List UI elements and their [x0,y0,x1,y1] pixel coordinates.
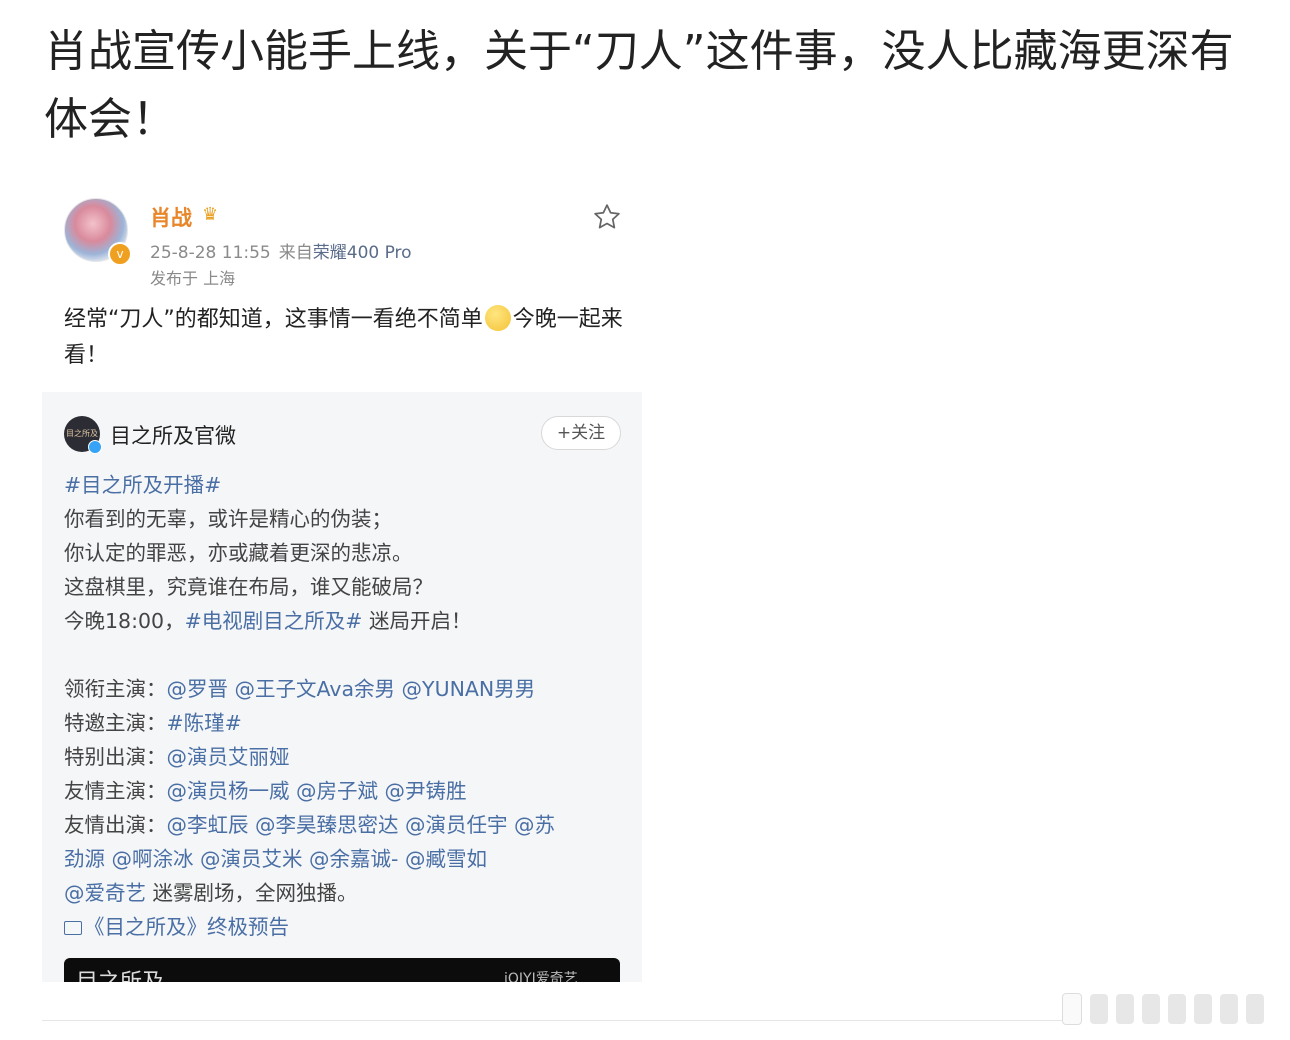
hashtag-link[interactable]: #目之所及开播# [64,473,221,497]
lead-mentions[interactable]: @罗晋 @王子文Ava余男 @YUNAN男男 [167,677,536,701]
post-text: 经常“刀人”的都知道，这事情一看绝不简单 今晚一起来看！ [64,302,624,374]
repost-line: 这盘棋里，究竟谁在布局，谁又能破局？ [64,575,433,599]
post-location: 发布于 上海 [150,269,236,288]
article-headline: 肖战宣传小能手上线，关于“刀人”这件事，没人比藏海更深有体会！ [44,26,1234,145]
repost-line: 你认定的罪恶，亦或藏着更深的悲凉。 [64,541,413,565]
video-link-text[interactable]: 《目之所及》终极预告 [84,915,289,939]
tonight-prefix: 今晚18:00， [64,609,185,633]
post-text-part1: 经常“刀人”的都知道，这事情一看绝不简单 [64,307,483,332]
star-icon[interactable] [592,202,622,232]
indicator-dot[interactable] [1062,993,1082,1025]
friend-lead-mentions[interactable]: @演员杨一威 @房子斌 @尹铸胜 [167,779,467,803]
carousel-indicator[interactable] [1062,992,1280,1026]
indicator-dot[interactable] [1220,994,1238,1024]
tonight-suffix: 迷局开启！ [362,609,472,633]
special-mentions[interactable]: #陈瑾# [167,711,242,735]
friend-lead-label: 友情主演： [64,779,167,803]
indicator-dot[interactable] [1194,994,1212,1024]
follow-button[interactable]: +关注 [541,416,621,450]
verified-badge-icon: v [108,242,132,266]
iqiyi-logo: iQIYI爱奇艺 [504,971,578,982]
video-player[interactable]: 目之所及 iQIYI爱奇艺 [64,958,620,982]
lead-label: 领衔主演： [64,677,167,701]
post-author[interactable]: 肖战 [150,202,192,232]
special-label: 特邀主演： [64,711,167,735]
repost-card[interactable]: 目之所及 目之所及官微 +关注 #目之所及开播# 你看到的无辜，或许是精心的伪装… [42,392,642,982]
crown-icon: ♛ [202,204,219,225]
weibo-post-screenshot: v 肖战 ♛ 25-8-28 11:55 来自荣耀400 Pro 发布于 上海 经… [42,182,642,982]
drama-hashtag-link[interactable]: #电视剧目之所及# [185,609,363,633]
indicator-dot[interactable] [1246,994,1264,1024]
platform-text: 迷雾剧场，全网独播。 [146,881,358,905]
blue-verified-icon [88,440,102,454]
platform-mention[interactable]: @爱奇艺 [64,881,146,905]
thinking-emoji-icon [484,305,511,331]
video-camera-icon [64,921,82,935]
indicator-dot[interactable] [1090,994,1108,1024]
friend-appearance-mentions-2[interactable]: 劲源 @啊涂冰 @演员艾米 @余嘉诚- @臧雪如 [64,847,487,871]
indicator-dot[interactable] [1142,994,1160,1024]
post-source-prefix: 来自 [278,243,313,263]
friend-appearance-label: 友情出演： [64,813,167,837]
friend-appearance-mentions[interactable]: @李虹辰 @李昊臻思密达 @演员任宇 @苏 [167,813,556,837]
video-title-text: 目之所及 [76,964,164,982]
indicator-dot[interactable] [1116,994,1134,1024]
repost-body: #目之所及开播# 你看到的无辜，或许是精心的伪装； 你认定的罪恶，亦或藏着更深的… [64,468,624,944]
repost-line: 你看到的无辜，或许是精心的伪装； [64,507,392,531]
post-timestamp: 25-8-28 11:55 [150,243,271,263]
divider [42,1020,1062,1021]
repost-account-name[interactable]: 目之所及官微 [110,420,236,450]
special-appearance-mentions[interactable]: @演员艾丽娅 [167,745,290,769]
video-link[interactable]: 《目之所及》终极预告 [64,910,624,944]
post-meta: 25-8-28 11:55 来自荣耀400 Pro [150,238,412,263]
special-appearance-label: 特别出演： [64,745,167,769]
post-device[interactable]: 荣耀400 Pro [313,243,412,263]
indicator-dot[interactable] [1168,994,1186,1024]
